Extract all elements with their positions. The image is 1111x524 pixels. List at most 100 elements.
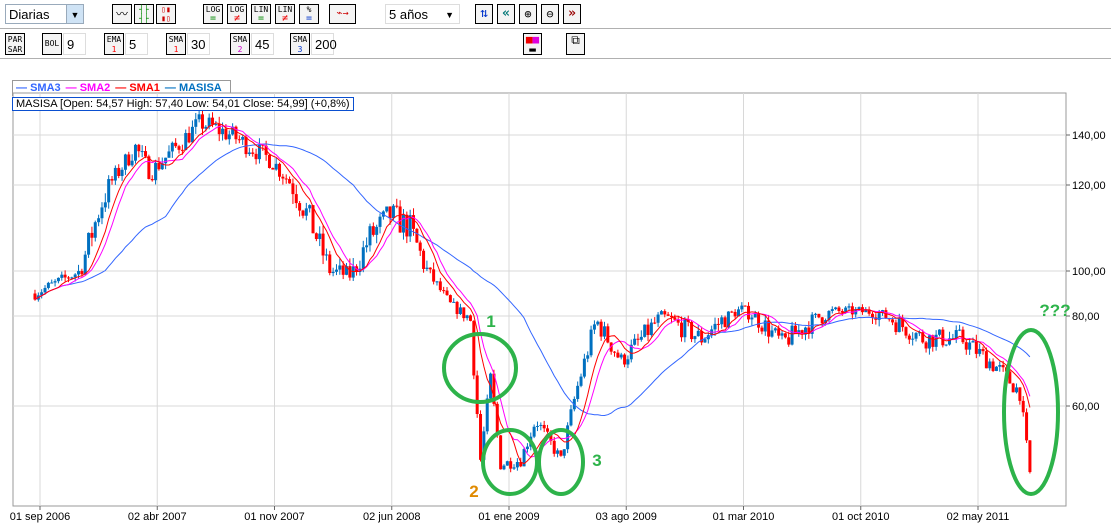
candle-body <box>97 218 101 223</box>
candle-body <box>663 311 667 315</box>
y-tick-label: 120,00 <box>1072 180 1106 192</box>
candle-body <box>733 311 737 317</box>
candle-body <box>636 338 640 340</box>
candle-body <box>224 128 228 140</box>
candle-body <box>127 154 131 166</box>
candle-body <box>177 146 181 150</box>
candle-body <box>284 178 288 180</box>
candle-body <box>649 322 653 335</box>
candle-body <box>291 183 295 195</box>
candle-body <box>180 149 184 151</box>
candle-body <box>321 233 325 256</box>
candle-body <box>137 144 141 152</box>
candle-body <box>254 153 258 160</box>
candle-body <box>425 267 429 269</box>
candle-body <box>787 337 791 345</box>
candle-body <box>462 307 466 319</box>
candle-body <box>814 313 818 315</box>
candle-body <box>716 323 720 325</box>
candle-body <box>535 425 539 427</box>
candle-body <box>472 320 476 376</box>
candle-body <box>442 290 446 292</box>
candle-body <box>927 335 931 349</box>
candle-body <box>613 351 617 353</box>
candle-body <box>281 176 285 179</box>
candle-body <box>760 327 764 332</box>
candle-body <box>103 202 107 208</box>
candle-body <box>93 222 97 238</box>
candle-body <box>539 424 543 426</box>
candle-body <box>1018 387 1022 401</box>
candle-body <box>669 315 673 318</box>
candle-body <box>713 323 717 330</box>
candle-body <box>267 154 271 169</box>
candle-body <box>174 142 178 147</box>
candle-body <box>606 326 610 343</box>
candle-body <box>338 265 342 270</box>
candle-body <box>502 465 506 470</box>
candle-body <box>569 409 573 426</box>
candle-body <box>438 281 442 291</box>
annotation-label: 1 <box>486 312 495 331</box>
candle-body <box>582 358 586 377</box>
candle-body <box>790 325 794 345</box>
candle-body <box>988 361 992 369</box>
candle-body <box>133 144 137 161</box>
candle-body <box>602 326 606 337</box>
candle-body <box>586 355 590 359</box>
candle-body <box>720 317 724 325</box>
candle-body <box>83 254 87 275</box>
candle-body <box>817 313 821 318</box>
y-tick-label: 100,00 <box>1072 266 1106 278</box>
candle-body <box>847 306 851 308</box>
candle-body <box>552 440 556 454</box>
candle-body <box>90 232 94 238</box>
candle-body <box>954 330 958 339</box>
candle-body <box>385 206 389 212</box>
candle-body <box>113 167 117 181</box>
candle-body <box>348 266 352 278</box>
candle-body <box>646 324 650 335</box>
candle-body <box>619 354 623 358</box>
candle-body <box>623 354 627 365</box>
candle-body <box>458 307 462 314</box>
candle-body <box>693 336 697 340</box>
candle-body <box>673 317 677 320</box>
candle-body <box>968 342 972 350</box>
candle-body <box>77 271 81 275</box>
candle-body <box>783 333 787 338</box>
candle-body <box>656 314 660 323</box>
candle-body <box>418 242 422 251</box>
y-tick-label: 80,00 <box>1072 311 1100 323</box>
candle-body <box>298 203 302 211</box>
candle-body <box>780 333 784 336</box>
candle-body <box>375 226 379 235</box>
candle-body <box>164 157 168 164</box>
candle-body <box>271 168 275 170</box>
candle-body <box>683 319 687 338</box>
candle-body <box>455 301 459 314</box>
candle-body <box>937 329 941 335</box>
candle-body <box>941 329 945 346</box>
candle-body <box>123 154 127 170</box>
x-tick-label: 02 abr 2007 <box>128 511 187 523</box>
candle-body <box>639 336 643 340</box>
candle-body <box>757 313 761 328</box>
x-tick-label: 02 may 2011 <box>947 511 1010 523</box>
candle-body <box>388 206 392 219</box>
candle-body <box>924 342 928 349</box>
candle-body <box>200 114 204 129</box>
candle-body <box>432 269 436 282</box>
candle-body <box>341 265 345 275</box>
candle-body <box>140 151 144 153</box>
x-tick-label: 01 oct 2010 <box>832 511 890 523</box>
candle-body <box>659 311 663 315</box>
ohlc-info: MASISA [Open: 54,57 High: 57,40 Low: 54,… <box>12 97 354 111</box>
candle-body <box>971 341 975 343</box>
candle-body <box>870 313 874 318</box>
candle-body <box>857 307 861 310</box>
candle-body <box>777 328 781 336</box>
candle-body <box>512 467 516 469</box>
candle-body <box>750 317 754 320</box>
price-chart[interactable]: 01 sep 2006 02 abr 2007 01 nov 2007 02 jun … <box>0 0 1111 524</box>
